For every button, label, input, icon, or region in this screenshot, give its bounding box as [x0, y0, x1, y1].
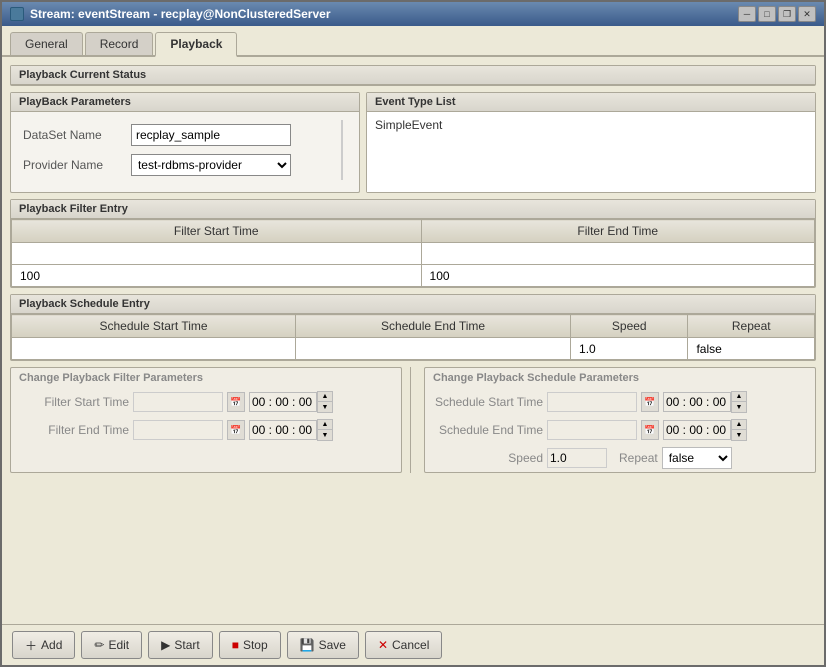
tab-record[interactable]: Record — [85, 32, 154, 55]
tabs-bar: General Record Playback — [2, 26, 824, 57]
filter-start-label: Filter Start Time — [19, 395, 129, 409]
sched-start-calendar-button[interactable]: 📅 — [641, 392, 659, 412]
filter-start-down-button[interactable]: ▼ — [318, 402, 332, 412]
sched-end-header: Schedule End Time — [296, 315, 571, 338]
filter-start-cell: 100 — [12, 265, 422, 287]
sched-repeat-header: Repeat — [688, 315, 815, 338]
status-title: Playback Current Status — [11, 66, 815, 85]
bottom-separator — [410, 367, 416, 473]
window-controls: ─ □ ❐ ✕ — [738, 6, 816, 22]
playback-status-section: Playback Current Status — [10, 65, 816, 86]
add-button[interactable]: ＋ Add — [12, 631, 75, 659]
tab-general[interactable]: General — [10, 32, 83, 55]
provider-label: Provider Name — [19, 150, 127, 180]
title-bar: Stream: eventStream - recplay@NonCluster… — [2, 2, 824, 26]
maximize-button[interactable]: □ — [758, 6, 776, 22]
filter-end-time-input[interactable] — [249, 420, 317, 440]
sched-start-header: Schedule Start Time — [12, 315, 296, 338]
bottom-params: Change Playback Filter Parameters Filter… — [10, 367, 816, 473]
filter-end-input[interactable] — [133, 420, 223, 440]
speed-label: Speed — [433, 451, 543, 465]
edit-button[interactable]: ✏ Edit — [81, 631, 142, 659]
filter-start-input[interactable] — [133, 392, 223, 412]
sched-end-input[interactable] — [547, 420, 637, 440]
stop-button[interactable]: ■ Stop — [219, 631, 281, 659]
filter-entry-title: Playback Filter Entry — [11, 200, 815, 219]
edit-icon: ✏ — [94, 638, 104, 652]
sched-end-calendar-button[interactable]: 📅 — [641, 420, 659, 440]
sched-start-input[interactable] — [547, 392, 637, 412]
change-filter-section: Change Playback Filter Parameters Filter… — [10, 367, 402, 473]
filter-end-header: Filter End Time — [421, 220, 814, 243]
filter-start-calendar-button[interactable]: 📅 — [227, 392, 245, 412]
filter-end-spinner: ▲ ▼ — [317, 419, 333, 441]
table-row: 100 100 — [12, 265, 815, 287]
sched-start-spinner: ▲ ▼ — [731, 391, 747, 413]
filter-end-cell: 100 — [421, 265, 814, 287]
tab-playback[interactable]: Playback — [155, 32, 237, 57]
table-row — [12, 243, 815, 265]
window-icon — [10, 7, 24, 21]
provider-select[interactable]: test-rdbms-provider other-provider — [131, 154, 291, 176]
params-separator — [341, 120, 347, 180]
sched-speed-cell: 1.0 — [571, 338, 688, 360]
filter-table: Filter Start Time Filter End Time 100 10… — [11, 219, 815, 287]
filter-start-header: Filter Start Time — [12, 220, 422, 243]
sched-end-label: Schedule End Time — [433, 423, 543, 437]
change-filter-title: Change Playback Filter Parameters — [11, 368, 401, 388]
filter-start-spinner: ▲ ▼ — [317, 391, 333, 413]
start-button[interactable]: ▶ Start — [148, 631, 213, 659]
playback-params-section: PlayBack Parameters DataSet Name Prov — [10, 92, 360, 193]
filter-end-label: Filter End Time — [19, 423, 129, 437]
speed-input[interactable] — [547, 448, 607, 468]
schedule-entry-section: Playback Schedule Entry Schedule Start T… — [10, 294, 816, 361]
sched-repeat-cell: false — [688, 338, 815, 360]
change-schedule-section: Change Playback Schedule Parameters Sche… — [424, 367, 816, 473]
filter-entry-section: Playback Filter Entry Filter Start Time … — [10, 199, 816, 288]
save-icon: 💾 — [300, 638, 315, 652]
event-list: SimpleEvent — [367, 112, 815, 192]
restore-button[interactable]: ❐ — [778, 6, 796, 22]
repeat-select[interactable]: false true — [662, 447, 732, 469]
window-title: Stream: eventStream - recplay@NonCluster… — [30, 7, 331, 21]
params-event-row: PlayBack Parameters DataSet Name Prov — [10, 92, 816, 193]
minimize-button[interactable]: ─ — [738, 6, 756, 22]
list-item: SimpleEvent — [371, 116, 811, 134]
sched-start-time-input[interactable] — [663, 392, 731, 412]
table-row: 1.0 false — [12, 338, 815, 360]
schedule-entry-title: Playback Schedule Entry — [11, 295, 815, 314]
sched-start-up-button[interactable]: ▲ — [732, 392, 746, 402]
stop-icon: ■ — [232, 638, 239, 652]
filter-end-up-button[interactable]: ▲ — [318, 420, 332, 430]
sched-end-down-button[interactable]: ▼ — [732, 430, 746, 440]
event-type-section: Event Type List SimpleEvent — [366, 92, 816, 193]
sched-end-up-button[interactable]: ▲ — [732, 420, 746, 430]
schedule-table: Schedule Start Time Schedule End Time Sp… — [11, 314, 815, 360]
action-bar: ＋ Add ✏ Edit ▶ Start ■ Stop 💾 Save ✕ Can… — [2, 624, 824, 665]
filter-start-up-button[interactable]: ▲ — [318, 392, 332, 402]
filter-end-calendar-button[interactable]: 📅 — [227, 420, 245, 440]
sched-start-label: Schedule Start Time — [433, 395, 543, 409]
cancel-icon: ✕ — [378, 638, 388, 652]
sched-end-time-input[interactable] — [663, 420, 731, 440]
event-type-title: Event Type List — [367, 93, 815, 112]
cancel-button[interactable]: ✕ Cancel — [365, 631, 442, 659]
close-button[interactable]: ✕ — [798, 6, 816, 22]
filter-end-down-button[interactable]: ▼ — [318, 430, 332, 440]
save-button[interactable]: 💾 Save — [287, 631, 359, 659]
dataset-label: DataSet Name — [19, 120, 127, 150]
start-icon: ▶ — [161, 638, 170, 652]
params-title: PlayBack Parameters — [11, 93, 359, 112]
sched-end-spinner: ▲ ▼ — [731, 419, 747, 441]
sched-start-down-button[interactable]: ▼ — [732, 402, 746, 412]
content-area: Playback Current Status PlayBack Paramet… — [2, 57, 824, 624]
repeat-label: Repeat — [619, 451, 658, 465]
add-icon: ＋ — [25, 637, 37, 654]
sched-speed-header: Speed — [571, 315, 688, 338]
dataset-input[interactable] — [131, 124, 291, 146]
change-schedule-title: Change Playback Schedule Parameters — [425, 368, 815, 388]
main-window: Stream: eventStream - recplay@NonCluster… — [0, 0, 826, 667]
filter-start-time-input[interactable] — [249, 392, 317, 412]
